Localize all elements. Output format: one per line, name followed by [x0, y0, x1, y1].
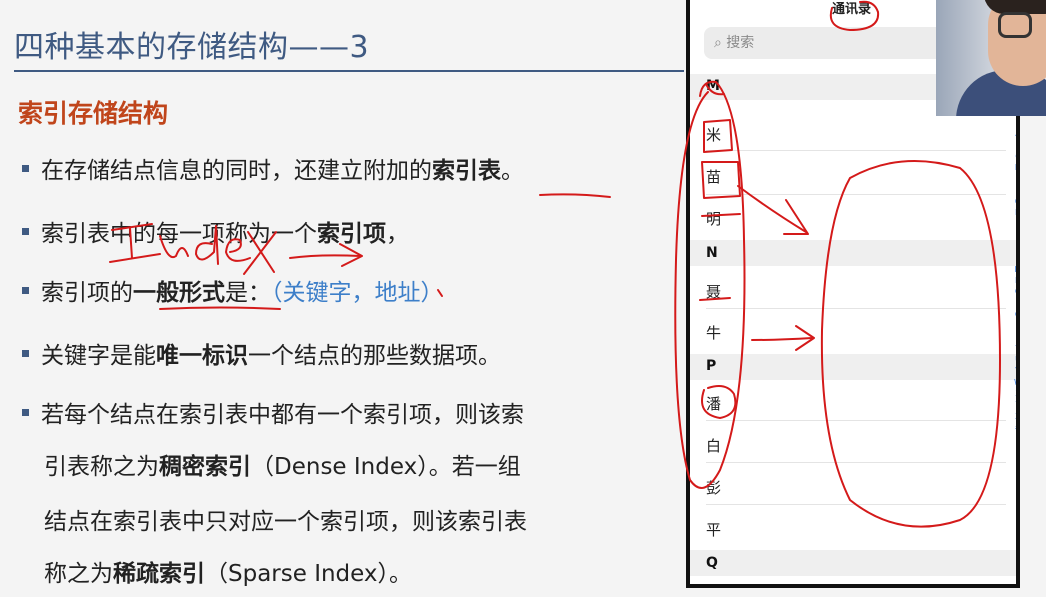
contact-row[interactable]: 明 [706, 208, 721, 229]
section-header-bg [690, 240, 1016, 266]
row-divider [706, 420, 1006, 421]
index-form-text: （关键字，地址） [271, 280, 444, 306]
index-letter[interactable]: V [1014, 367, 1016, 375]
bullet-text: 一个结点的那些数据项。 [248, 343, 501, 369]
index-letter[interactable]: G [1014, 197, 1016, 206]
bullet-bold: 一般形式 [133, 280, 225, 306]
index-letter[interactable]: W [1014, 378, 1016, 387]
row-divider [706, 462, 1006, 463]
search-icon: ⌕ [714, 35, 722, 51]
bullet-5-line-2: 引表称之为稠密索引（Dense Index）。若一组 [44, 451, 521, 483]
section-header-bg [690, 550, 1016, 576]
section-header-m: M [706, 78, 720, 94]
bullet-text: （Dense Index）。若一组 [251, 454, 521, 480]
index-letter[interactable]: H [1014, 208, 1016, 217]
contact-row[interactable]: 牛 [706, 322, 721, 343]
bullet-marker [22, 350, 29, 357]
bullet-bold: 索引项 [317, 221, 386, 247]
section-header-bg [690, 354, 1016, 380]
index-letter[interactable]: I [1014, 220, 1016, 228]
index-letter[interactable]: C [1014, 152, 1016, 161]
index-letter[interactable]: D [1014, 163, 1016, 172]
index-letter[interactable]: M [1014, 265, 1016, 274]
bullet-marker [22, 409, 29, 416]
index-letter[interactable]: J [1014, 232, 1016, 240]
index-letter[interactable]: N [1014, 276, 1016, 285]
bullet-text: ， [386, 221, 409, 247]
contact-row[interactable]: 聂 [706, 281, 721, 302]
bullet-2: 索引表中的每一项称为一个索引项， [22, 218, 409, 250]
index-letter[interactable]: Z [1014, 412, 1016, 421]
index-letter[interactable]: R [1014, 321, 1016, 330]
section-heading: 索引存储结构 [18, 99, 169, 128]
index-letter[interactable]: E [1014, 174, 1016, 183]
bullet-text: 若每个结点在索引表中都有一个索引项，则该索 [41, 402, 524, 428]
bullet-text: 结点在索引表中只对应一个索引项，则该索引表 [44, 509, 527, 535]
bullet-3: 索引项的一般形式是：（关键字，地址） [22, 277, 444, 309]
index-letter[interactable]: A [1014, 129, 1016, 138]
bullet-text: 索引表中的每一项称为一个 [41, 221, 317, 247]
section-header-p: P [706, 358, 717, 374]
contacts-title: 通讯录 [832, 2, 872, 17]
bullet-bold: 稠密索引 [159, 454, 251, 480]
index-letter[interactable]: X [1014, 389, 1016, 398]
index-letter[interactable]: T [1014, 344, 1017, 353]
contact-row[interactable]: 苗 [706, 166, 721, 187]
bullet-bold: 唯一标识 [156, 343, 248, 369]
bullet-marker [22, 287, 29, 294]
index-letter[interactable]: S [1014, 333, 1016, 341]
index-letter[interactable]: U [1014, 355, 1016, 364]
row-divider [706, 504, 1006, 505]
presenter-glasses [998, 12, 1032, 38]
bullet-bold: 稀疏索引 [113, 561, 205, 587]
index-letter[interactable]: Q [1014, 310, 1016, 319]
search-placeholder: 搜索 [726, 35, 755, 51]
row-divider [706, 194, 1006, 195]
bullet-text: 称之为 [44, 561, 113, 587]
bullet-4: 关键字是能唯一标识一个结点的那些数据项。 [22, 340, 501, 372]
bullet-1: 在存储结点信息的同时，还建立附加的索引表。 [22, 155, 524, 187]
webcam-overlay [936, 0, 1046, 116]
index-letter[interactable]: # [1014, 423, 1016, 432]
section-header-q: Q [706, 555, 718, 571]
index-letter[interactable]: B [1014, 141, 1016, 149]
contact-row[interactable]: 平 [706, 519, 721, 540]
contact-row[interactable]: 白 [706, 435, 721, 456]
bullet-marker [22, 165, 29, 172]
bullet-text: 。 [501, 158, 524, 184]
bullet-marker [22, 228, 29, 235]
contact-row[interactable]: 米 [706, 124, 721, 145]
search-input[interactable]: ⌕ 搜索 [704, 27, 944, 59]
index-letter[interactable]: O [1014, 287, 1016, 296]
row-divider [706, 150, 1006, 151]
contact-row[interactable]: 彭 [706, 477, 721, 498]
bullet-text: 索引项的 [41, 280, 133, 306]
index-letter[interactable]: L [1014, 254, 1017, 262]
bullet-5-line-3: 结点在索引表中只对应一个索引项，则该索引表 [44, 506, 527, 538]
bullet-text: 关键字是能 [41, 343, 156, 369]
title-divider [14, 70, 684, 72]
bullet-text: 是： [225, 280, 271, 306]
bullet-text: 在存储结点信息的同时，还建立附加的 [41, 158, 432, 184]
bullet-text: （Sparse Index）。 [205, 561, 413, 587]
index-letter[interactable]: F [1014, 186, 1017, 195]
contact-row[interactable]: 潘 [706, 393, 721, 414]
slide-title: 四种基本的存储结构——3 [14, 30, 370, 65]
index-letter[interactable]: P [1014, 299, 1017, 308]
index-letter[interactable]: K [1014, 242, 1016, 251]
bullet-bold: 索引表 [432, 158, 501, 184]
index-letter[interactable]: Y [1014, 400, 1017, 409]
row-divider [706, 308, 1006, 309]
bullet-5: 若每个结点在索引表中都有一个索引项，则该索 [22, 399, 524, 431]
bullet-text: 引表称之为 [44, 454, 159, 480]
bullet-5-line-4: 称之为稀疏索引（Sparse Index）。 [44, 558, 412, 590]
section-header-n: N [706, 245, 718, 261]
